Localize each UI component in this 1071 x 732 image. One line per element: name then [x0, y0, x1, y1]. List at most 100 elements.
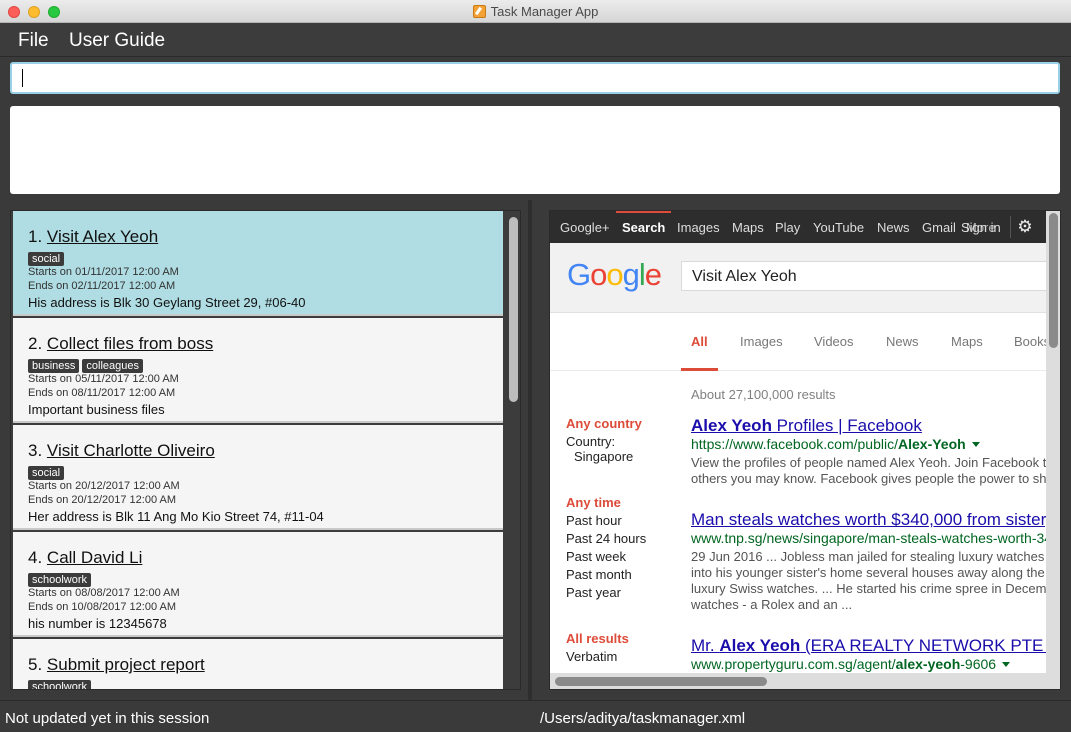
tag: social	[28, 466, 65, 480]
task-end: Ends on 20/12/2017 12:00 AM	[28, 494, 177, 506]
task-name: Visit Charlotte Oliveiro	[46, 441, 215, 460]
logo-letter: g	[622, 257, 640, 292]
task-name: Collect files from boss	[46, 334, 214, 353]
filter-past-year[interactable]: Past year	[566, 585, 621, 600]
tab-all[interactable]: All	[691, 334, 708, 349]
task-name: Visit Alex Yeoh	[46, 227, 159, 246]
filter-verbatim[interactable]: Verbatim	[566, 649, 617, 664]
filter-any-country[interactable]: Any country	[566, 416, 642, 431]
tab-images[interactable]: Images	[740, 334, 783, 349]
window-title-wrap: Task Manager App	[0, 4, 1071, 19]
tag-list: business colleagues	[28, 356, 503, 373]
task-start: Starts on 05/11/2017 12:00 AM	[28, 373, 179, 385]
window-title: Task Manager App	[490, 4, 599, 19]
result-snippet-1b: others you may know. Facebook gives peop…	[691, 471, 1061, 486]
result-url-text: www.propertyguru.com.sg/agent/	[691, 656, 896, 672]
result-title-2[interactable]: Man steals watches worth $340,000 from s…	[691, 510, 1060, 530]
google-header: Google Visit Alex Yeoh	[550, 243, 1060, 313]
browser-horizontal-scrollbar[interactable]	[550, 673, 1046, 689]
command-input[interactable]	[10, 62, 1060, 94]
gbar-maps[interactable]: Maps	[732, 220, 764, 235]
filter-past-hour[interactable]: Past hour	[566, 513, 622, 528]
logo-letter: o	[590, 257, 607, 292]
task-description: Her address is Blk 11 Ang Mo Kio Street …	[28, 509, 324, 524]
task-card-4[interactable]: 4. Call David Li schoolwork Starts on 08…	[13, 532, 503, 637]
filter-country-singapore[interactable]: Singapore	[574, 449, 633, 464]
task-description: His address is Blk 30 Geylang Street 29,…	[28, 295, 306, 310]
task-list-scrollbar[interactable]	[507, 211, 520, 689]
result-title-3[interactable]: Mr. Alex Yeoh (ERA REALTY NETWORK PTE LT…	[691, 636, 1061, 656]
result-url-bold: alex-yeoh	[895, 656, 961, 672]
filter-country-label: Country:	[566, 434, 616, 449]
logo-letter: G	[567, 257, 591, 292]
browser-vertical-scrollbar[interactable]	[1046, 211, 1060, 689]
pane-splitter[interactable]	[528, 200, 532, 700]
filter-past-week[interactable]: Past week	[566, 549, 626, 564]
task-title: 4. Call David Li	[28, 547, 503, 569]
task-start: Starts on 08/08/2017 12:00 AM	[28, 587, 180, 599]
chevron-down-icon[interactable]	[1002, 662, 1011, 667]
gbar-separator	[1010, 216, 1011, 238]
tab-videos[interactable]: Videos	[814, 334, 854, 349]
filter-past-month[interactable]: Past month	[566, 567, 632, 582]
result-title-bold: Alex Yeoh	[691, 416, 772, 435]
task-end: Ends on 02/11/2017 12:00 AM	[28, 280, 176, 292]
result-snippet-2b: into his younger sister's home several h…	[691, 565, 1060, 580]
task-card-5[interactable]: 5. Submit project report schoolwork	[13, 639, 503, 689]
result-title-text: (ERA REALTY NETWORK PTE LTD)	[800, 636, 1061, 655]
tag-list: schoolwork	[28, 677, 503, 689]
filter-past-24-hours[interactable]: Past 24 hours	[566, 531, 646, 546]
task-start: Starts on 01/11/2017 12:00 AM	[28, 266, 179, 278]
search-query: Visit Alex Yeoh	[692, 268, 797, 285]
task-title: 5. Submit project report	[28, 654, 503, 676]
gear-icon[interactable]: ⚙	[1016, 218, 1034, 236]
task-index: 5.	[28, 655, 43, 674]
task-end: Ends on 10/08/2017 12:00 AM	[28, 601, 177, 613]
tag: business	[28, 359, 80, 373]
task-card-3[interactable]: 3. Visit Charlotte Oliveiro social Start…	[13, 425, 503, 530]
menu-file[interactable]: File	[18, 30, 49, 52]
google-search-input[interactable]: Visit Alex Yeoh	[681, 261, 1060, 291]
gbar-googleplus[interactable]: Google+	[560, 220, 610, 235]
status-bar: Not updated yet in this session /Users/a…	[0, 700, 1071, 732]
google-bar: Google+ Search Images Maps Play YouTube …	[550, 211, 1060, 243]
menu-bar: File User Guide	[0, 23, 1071, 57]
task-index: 2.	[28, 334, 43, 353]
chevron-down-icon[interactable]	[971, 442, 980, 447]
tag-list: schoolwork	[28, 570, 503, 587]
result-title-bold: Alex Yeoh	[719, 636, 801, 655]
result-snippet-1a: View the profiles of people named Alex Y…	[691, 455, 1060, 470]
tag: colleagues	[82, 359, 144, 373]
task-list-panel: 1. Visit Alex Yeoh social Starts on 01/1…	[10, 210, 521, 690]
tag-list: social	[28, 463, 503, 480]
scrollbar-thumb[interactable]	[1049, 213, 1058, 348]
tag: schoolwork	[28, 573, 92, 587]
task-start: Starts on 20/12/2017 12:00 AM	[28, 480, 180, 492]
gbar-gmail[interactable]: Gmail	[922, 220, 956, 235]
task-card-1[interactable]: 1. Visit Alex Yeoh social Starts on 01/1…	[13, 211, 503, 316]
task-card-2[interactable]: 2. Collect files from boss business colle…	[13, 318, 503, 423]
tab-books[interactable]: Books	[1014, 334, 1050, 349]
menu-user-guide[interactable]: User Guide	[69, 30, 165, 52]
text-caret	[22, 69, 23, 87]
gbar-youtube[interactable]: YouTube	[813, 220, 864, 235]
result-count: About 27,100,000 results	[691, 387, 836, 402]
result-url-3: www.propertyguru.com.sg/agent/alex-yeoh-…	[691, 656, 1011, 672]
gbar-more[interactable]: More	[966, 220, 996, 235]
result-url-text: -9606	[960, 656, 997, 672]
filter-any-time[interactable]: Any time	[566, 495, 621, 510]
google-logo[interactable]: Google	[567, 257, 662, 293]
result-snippet-2d: watches - a Rolex and an ...	[691, 597, 853, 612]
filter-all-results[interactable]: All results	[566, 631, 629, 646]
result-title-1[interactable]: Alex Yeoh Profiles | Facebook	[691, 416, 922, 436]
gbar-play[interactable]: Play	[775, 220, 800, 235]
result-url-bold: Alex-Yeoh	[898, 436, 966, 452]
gbar-news[interactable]: News	[877, 220, 910, 235]
task-title: 3. Visit Charlotte Oliveiro	[28, 440, 503, 462]
scrollbar-thumb[interactable]	[555, 677, 767, 686]
gbar-images[interactable]: Images	[677, 220, 720, 235]
gbar-search[interactable]: Search	[622, 220, 665, 235]
scrollbar-thumb[interactable]	[509, 217, 518, 402]
tab-maps[interactable]: Maps	[951, 334, 983, 349]
tab-news[interactable]: News	[886, 334, 919, 349]
